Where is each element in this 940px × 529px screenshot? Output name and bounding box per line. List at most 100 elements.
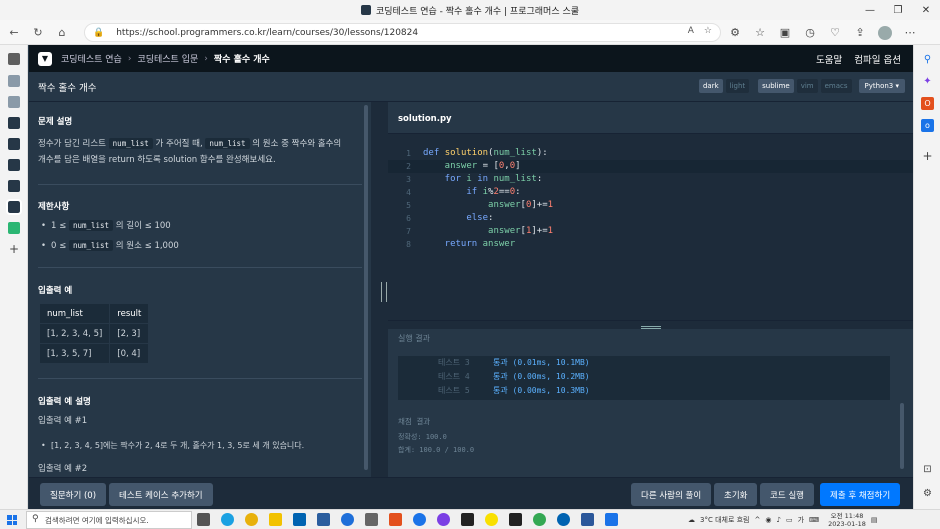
more-menu-icon[interactable]: ⋯	[903, 26, 917, 39]
ime-icon[interactable]: 가	[798, 515, 804, 525]
home-icon[interactable]: ⌂	[52, 22, 72, 42]
tray-chevron-up-icon[interactable]: ^	[755, 516, 761, 524]
theme-light-button[interactable]: light	[725, 79, 750, 93]
hide-sidebar-icon[interactable]: ⊡	[921, 463, 934, 476]
run-code-button[interactable]: 코드 실행	[760, 483, 814, 506]
code-token: :	[515, 187, 521, 197]
code-token: ):	[536, 148, 548, 158]
accuracy-score: 정확성: 100.0	[398, 433, 447, 441]
task-view-icon[interactable]	[197, 513, 210, 526]
minimize-button[interactable]: —	[856, 0, 884, 20]
file-explorer-icon[interactable]	[269, 513, 282, 526]
office-icon[interactable]: O	[921, 97, 934, 110]
result-scrollbar[interactable]	[900, 403, 904, 469]
code-line[interactable]: 3 for i in num_list:	[388, 173, 913, 186]
back-icon[interactable]: ←	[4, 22, 24, 42]
maximize-button[interactable]: ❐	[884, 0, 912, 20]
store-icon[interactable]	[293, 513, 306, 526]
compile-options-link[interactable]: 컴파일 옵션	[854, 52, 901, 66]
code-line[interactable]: 8 return answer	[388, 238, 913, 251]
profile-avatar[interactable]	[878, 25, 892, 40]
others-solutions-button[interactable]: 다른 사람의 풀이	[631, 483, 712, 506]
result-splitter[interactable]	[388, 320, 913, 329]
chrome-icon[interactable]	[533, 513, 546, 526]
tab-icon[interactable]	[8, 138, 20, 150]
taskbar-search-input[interactable]: ⚲ 검색하려면 여기에 입력하십시오.	[26, 511, 192, 529]
keymap-sublime-button[interactable]: sublime	[758, 79, 794, 93]
settings-icon[interactable]	[365, 513, 378, 526]
add-favorite-icon[interactable]: ☆	[704, 26, 712, 36]
test-status: 통과 (0.00ms, 10.3MB)	[493, 386, 590, 395]
mail-icon[interactable]	[317, 513, 330, 526]
tab-icon[interactable]	[8, 75, 20, 87]
lock-icon[interactable]: 🔒	[93, 28, 104, 38]
word-icon[interactable]	[581, 513, 594, 526]
submit-button[interactable]: 제출 후 채점하기	[820, 483, 901, 506]
breadcrumb-item[interactable]: 코딩테스트 입문	[137, 52, 198, 65]
search-icon[interactable]: ⚲	[921, 53, 934, 66]
history-icon[interactable]: ◷	[803, 26, 817, 39]
keymap-emacs-button[interactable]: emacs	[820, 79, 852, 93]
read-aloud-icon[interactable]: A	[688, 26, 694, 36]
tab-icon[interactable]	[8, 96, 20, 108]
weather-text[interactable]: 3°C 대체로 흐림	[700, 515, 750, 525]
tab-icon[interactable]	[8, 180, 20, 192]
splitter-handle-icon[interactable]	[381, 282, 387, 302]
tab-icon[interactable]	[8, 222, 20, 234]
tab-icon[interactable]	[8, 117, 20, 129]
discover-icon[interactable]: ✦	[921, 75, 934, 88]
panel-splitter[interactable]	[371, 102, 388, 477]
chrome-icon[interactable]	[245, 513, 258, 526]
code-line[interactable]: 7 answer[1]+=1	[388, 225, 913, 238]
help-link[interactable]: 도움말	[816, 52, 842, 66]
address-bar[interactable]: 🔒 https://school.programmers.co.kr/learn…	[84, 23, 721, 42]
battery-icon[interactable]: ▭	[786, 516, 793, 524]
tab-actions-icon[interactable]	[8, 53, 20, 65]
breadcrumb-item[interactable]: 코딩테스트 연습	[61, 52, 122, 65]
ask-question-button[interactable]: 질문하기 (0)	[40, 483, 107, 506]
network-icon[interactable]: ◉	[765, 516, 771, 524]
keyboard-icon[interactable]: ⌨	[809, 516, 819, 524]
browser-essentials-icon[interactable]: ♡	[828, 26, 842, 39]
kakaotalk-icon[interactable]	[485, 513, 498, 526]
app-icon[interactable]	[413, 513, 426, 526]
app-icon[interactable]	[341, 513, 354, 526]
volume-icon[interactable]: ♪	[776, 516, 780, 524]
edge-icon[interactable]	[221, 513, 234, 526]
office-icon[interactable]	[389, 513, 402, 526]
app-icon[interactable]	[605, 513, 618, 526]
code-editor[interactable]: 1 def solution(num_list): 2 answer = [0,0]…	[388, 134, 913, 320]
code-line[interactable]: 4 if i%2==0:	[388, 186, 913, 199]
clock[interactable]: 오전 11:48 2023-01-18	[828, 512, 866, 528]
code-line[interactable]: 1 def solution(num_list):	[388, 147, 913, 160]
code-line[interactable]: 6 else:	[388, 212, 913, 225]
windows-start-icon[interactable]	[7, 515, 17, 525]
add-sidebar-icon[interactable]: +	[921, 149, 934, 163]
weather-icon[interactable]: ☁	[688, 516, 695, 524]
new-tab-icon[interactable]: +	[8, 243, 20, 255]
app-icon[interactable]	[557, 513, 570, 526]
language-select[interactable]: Python3 ▾	[858, 79, 905, 93]
reset-button[interactable]: 초기화	[714, 483, 758, 506]
active-tab-icon[interactable]	[6, 199, 22, 215]
app-icon[interactable]	[461, 513, 474, 526]
programmers-logo-icon[interactable]: ▼	[38, 51, 52, 66]
code-line[interactable]: 2 answer = [0,0]	[388, 160, 913, 173]
close-button[interactable]: ✕	[912, 0, 940, 20]
keymap-vim-button[interactable]: vim	[796, 79, 818, 93]
problem-scrollbar[interactable]	[364, 105, 368, 470]
tab-icon[interactable]	[8, 159, 20, 171]
settings-gear-icon[interactable]: ⚙	[921, 487, 934, 500]
add-testcase-button[interactable]: 테스트 케이스 추가하기	[109, 483, 213, 506]
notification-icon[interactable]: ▤	[871, 516, 878, 524]
collections-icon[interactable]: ▣	[778, 26, 792, 39]
extensions-icon[interactable]: ⚙	[728, 26, 742, 39]
app-icon[interactable]	[437, 513, 450, 526]
share-icon[interactable]: ⇪	[853, 26, 867, 39]
theme-dark-button[interactable]: dark	[698, 79, 723, 93]
refresh-icon[interactable]: ↻	[28, 22, 48, 42]
favorites-icon[interactable]: ☆	[753, 26, 767, 39]
outlook-icon[interactable]: o	[921, 119, 934, 132]
code-line[interactable]: 5 answer[0]+=1	[388, 199, 913, 212]
terminal-icon[interactable]	[509, 513, 522, 526]
